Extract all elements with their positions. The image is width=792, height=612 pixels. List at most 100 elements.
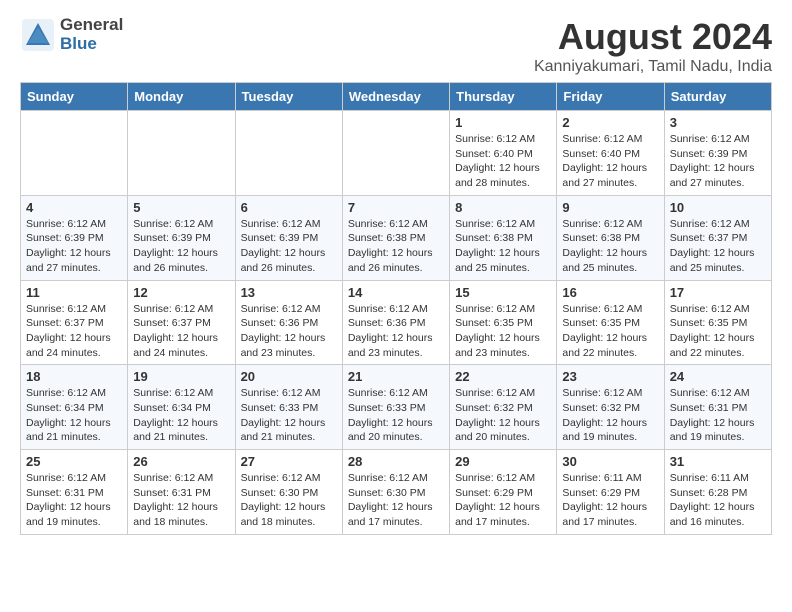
calendar-cell: 24 Sunrise: 6:12 AM Sunset: 6:31 PM Dayli… bbox=[664, 365, 771, 450]
day-number: 30 bbox=[562, 454, 658, 469]
day-info: Sunrise: 6:12 AM Sunset: 6:39 PM Dayligh… bbox=[670, 132, 766, 191]
title-area: August 2024 Kanniyakumari, Tamil Nadu, I… bbox=[534, 16, 772, 76]
calendar-cell: 13Sunrise: 6:12 AM Sunset: 6:36 PM Dayli… bbox=[235, 280, 342, 365]
calendar-cell: 19Sunrise: 6:12 AM Sunset: 6:34 PM Dayli… bbox=[128, 365, 235, 450]
day-number: 24 bbox=[670, 369, 766, 384]
day-number: 27 bbox=[241, 454, 337, 469]
calendar-cell: 11 Sunrise: 6:12 AM Sunset: 6:37 PM Dayli… bbox=[21, 280, 128, 365]
calendar-cell: 12Sunrise: 6:12 AM Sunset: 6:37 PM Dayli… bbox=[128, 280, 235, 365]
day-number: 13 bbox=[241, 285, 337, 300]
day-number: 15 bbox=[455, 285, 551, 300]
day-number: 29 bbox=[455, 454, 551, 469]
day-info: Sunrise: 6:12 AM Sunset: 6:30 PM Dayligh… bbox=[348, 471, 444, 530]
day-info: Sunrise: 6:12 AM Sunset: 6:36 PM Dayligh… bbox=[348, 302, 444, 361]
day-number: 20 bbox=[241, 369, 337, 384]
calendar-cell: 14 Sunrise: 6:12 AM Sunset: 6:36 PM Dayli… bbox=[342, 280, 449, 365]
col-header-friday: Friday bbox=[557, 83, 664, 111]
calendar-cell: 22 Sunrise: 6:12 AM Sunset: 6:32 PM Dayli… bbox=[450, 365, 557, 450]
calendar-week-row: 4 Sunrise: 6:12 AM Sunset: 6:39 PM Daylig… bbox=[21, 195, 772, 280]
day-info: Sunrise: 6:12 AM Sunset: 6:40 PM Dayligh… bbox=[562, 132, 658, 191]
col-header-saturday: Saturday bbox=[664, 83, 771, 111]
col-header-sunday: Sunday bbox=[21, 83, 128, 111]
day-info: Sunrise: 6:12 AM Sunset: 6:34 PM Dayligh… bbox=[26, 386, 122, 445]
day-info: Sunrise: 6:12 AM Sunset: 6:38 PM Dayligh… bbox=[348, 217, 444, 276]
calendar-cell: 4 Sunrise: 6:12 AM Sunset: 6:39 PM Daylig… bbox=[21, 195, 128, 280]
day-number: 14 bbox=[348, 285, 444, 300]
day-info: Sunrise: 6:12 AM Sunset: 6:33 PM Dayligh… bbox=[348, 386, 444, 445]
day-info: Sunrise: 6:12 AM Sunset: 6:39 PM Dayligh… bbox=[133, 217, 229, 276]
day-info: Sunrise: 6:12 AM Sunset: 6:32 PM Dayligh… bbox=[562, 386, 658, 445]
day-info: Sunrise: 6:11 AM Sunset: 6:29 PM Dayligh… bbox=[562, 471, 658, 530]
calendar-cell: 29 Sunrise: 6:12 AM Sunset: 6:29 PM Dayli… bbox=[450, 450, 557, 535]
day-info: Sunrise: 6:12 AM Sunset: 6:30 PM Dayligh… bbox=[241, 471, 337, 530]
calendar-cell: 23 Sunrise: 6:12 AM Sunset: 6:32 PM Dayli… bbox=[557, 365, 664, 450]
day-number: 3 bbox=[670, 115, 766, 130]
day-info: Sunrise: 6:12 AM Sunset: 6:37 PM Dayligh… bbox=[26, 302, 122, 361]
subtitle: Kanniyakumari, Tamil Nadu, India bbox=[534, 58, 772, 76]
calendar-week-row: 25 Sunrise: 6:12 AM Sunset: 6:31 PM Dayli… bbox=[21, 450, 772, 535]
day-info: Sunrise: 6:12 AM Sunset: 6:39 PM Dayligh… bbox=[26, 217, 122, 276]
calendar-cell: 5 Sunrise: 6:12 AM Sunset: 6:39 PM Daylig… bbox=[128, 195, 235, 280]
day-number: 21 bbox=[348, 369, 444, 384]
calendar-table: SundayMondayTuesdayWednesdayThursdayFrid… bbox=[20, 82, 772, 535]
day-number: 18 bbox=[26, 369, 122, 384]
logo: General Blue bbox=[20, 16, 123, 53]
calendar-cell: 31 Sunrise: 6:11 AM Sunset: 6:28 PM Dayli… bbox=[664, 450, 771, 535]
calendar-cell: 28 Sunrise: 6:12 AM Sunset: 6:30 PM Dayli… bbox=[342, 450, 449, 535]
day-number: 19 bbox=[133, 369, 229, 384]
day-info: Sunrise: 6:12 AM Sunset: 6:31 PM Dayligh… bbox=[133, 471, 229, 530]
calendar-cell: 21 Sunrise: 6:12 AM Sunset: 6:33 PM Dayli… bbox=[342, 365, 449, 450]
day-number: 4 bbox=[26, 200, 122, 215]
day-number: 28 bbox=[348, 454, 444, 469]
day-number: 31 bbox=[670, 454, 766, 469]
day-info: Sunrise: 6:12 AM Sunset: 6:35 PM Dayligh… bbox=[455, 302, 551, 361]
day-info: Sunrise: 6:12 AM Sunset: 6:29 PM Dayligh… bbox=[455, 471, 551, 530]
calendar-cell bbox=[342, 111, 449, 196]
calendar-cell: 9 Sunrise: 6:12 AM Sunset: 6:38 PM Daylig… bbox=[557, 195, 664, 280]
calendar-cell: 17Sunrise: 6:12 AM Sunset: 6:35 PM Dayli… bbox=[664, 280, 771, 365]
day-info: Sunrise: 6:12 AM Sunset: 6:32 PM Dayligh… bbox=[455, 386, 551, 445]
logo-general: General bbox=[60, 16, 123, 35]
logo-text: General Blue bbox=[60, 16, 123, 53]
day-number: 1 bbox=[455, 115, 551, 130]
day-number: 11 bbox=[26, 285, 122, 300]
col-header-tuesday: Tuesday bbox=[235, 83, 342, 111]
day-number: 25 bbox=[26, 454, 122, 469]
calendar-cell bbox=[128, 111, 235, 196]
day-number: 5 bbox=[133, 200, 229, 215]
calendar-week-row: 11 Sunrise: 6:12 AM Sunset: 6:37 PM Dayli… bbox=[21, 280, 772, 365]
calendar-week-row: 18 Sunrise: 6:12 AM Sunset: 6:34 PM Dayli… bbox=[21, 365, 772, 450]
calendar-cell: 6Sunrise: 6:12 AM Sunset: 6:39 PM Daylig… bbox=[235, 195, 342, 280]
logo-icon bbox=[20, 17, 56, 53]
calendar-header-row: SundayMondayTuesdayWednesdayThursdayFrid… bbox=[21, 83, 772, 111]
day-info: Sunrise: 6:12 AM Sunset: 6:31 PM Dayligh… bbox=[670, 386, 766, 445]
day-number: 17 bbox=[670, 285, 766, 300]
calendar-cell: 20 Sunrise: 6:12 AM Sunset: 6:33 PM Dayli… bbox=[235, 365, 342, 450]
day-info: Sunrise: 6:12 AM Sunset: 6:38 PM Dayligh… bbox=[455, 217, 551, 276]
col-header-monday: Monday bbox=[128, 83, 235, 111]
day-info: Sunrise: 6:12 AM Sunset: 6:33 PM Dayligh… bbox=[241, 386, 337, 445]
day-number: 2 bbox=[562, 115, 658, 130]
day-info: Sunrise: 6:12 AM Sunset: 6:37 PM Dayligh… bbox=[670, 217, 766, 276]
calendar-cell: 18 Sunrise: 6:12 AM Sunset: 6:34 PM Dayli… bbox=[21, 365, 128, 450]
calendar-cell: 27 Sunrise: 6:12 AM Sunset: 6:30 PM Dayli… bbox=[235, 450, 342, 535]
day-number: 7 bbox=[348, 200, 444, 215]
calendar-cell: 15 Sunrise: 6:12 AM Sunset: 6:35 PM Dayli… bbox=[450, 280, 557, 365]
day-number: 23 bbox=[562, 369, 658, 384]
day-number: 6 bbox=[241, 200, 337, 215]
day-number: 26 bbox=[133, 454, 229, 469]
calendar-cell: 30 Sunrise: 6:11 AM Sunset: 6:29 PM Dayli… bbox=[557, 450, 664, 535]
calendar-cell: 16Sunrise: 6:12 AM Sunset: 6:35 PM Dayli… bbox=[557, 280, 664, 365]
col-header-thursday: Thursday bbox=[450, 83, 557, 111]
col-header-wednesday: Wednesday bbox=[342, 83, 449, 111]
day-info: Sunrise: 6:11 AM Sunset: 6:28 PM Dayligh… bbox=[670, 471, 766, 530]
calendar-cell bbox=[235, 111, 342, 196]
day-info: Sunrise: 6:12 AM Sunset: 6:40 PM Dayligh… bbox=[455, 132, 551, 191]
main-title: August 2024 bbox=[534, 16, 772, 58]
day-number: 22 bbox=[455, 369, 551, 384]
day-number: 12 bbox=[133, 285, 229, 300]
day-number: 10 bbox=[670, 200, 766, 215]
header: General Blue August 2024 Kanniyakumari, … bbox=[20, 16, 772, 76]
day-info: Sunrise: 6:12 AM Sunset: 6:38 PM Dayligh… bbox=[562, 217, 658, 276]
day-number: 9 bbox=[562, 200, 658, 215]
